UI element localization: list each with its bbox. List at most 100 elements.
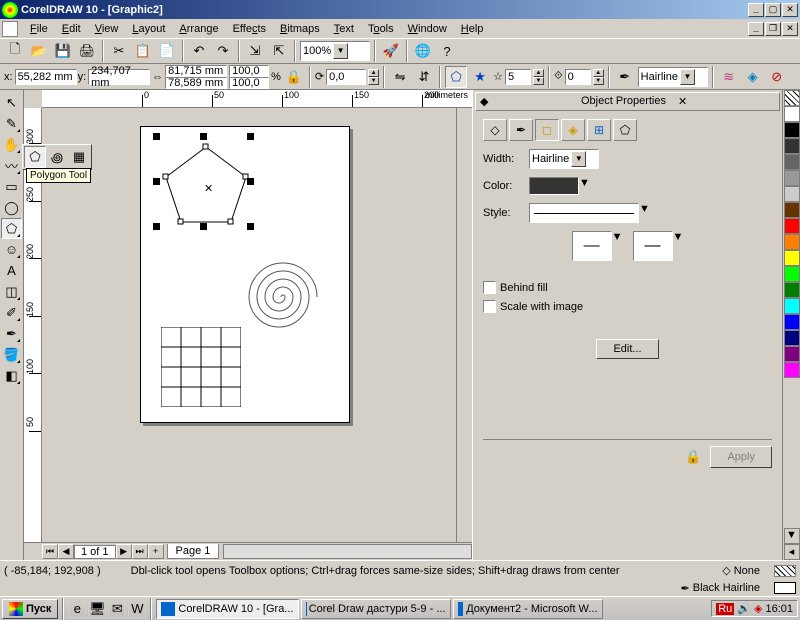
ql-desktop-icon[interactable]: 🖥 (88, 600, 106, 618)
end-arrow-combo[interactable] (633, 231, 673, 261)
start-arrow-combo[interactable] (572, 231, 612, 261)
color-swatch[interactable] (784, 362, 800, 378)
weld-spinner[interactable]: ▲▼ (593, 69, 604, 85)
outline-tool[interactable]: ✒ (1, 323, 22, 344)
flyout-spiral[interactable]: ꩜ (46, 146, 68, 168)
color-swatch[interactable] (784, 186, 800, 202)
edit-button[interactable]: Edit... (596, 339, 658, 359)
dropdown-icon[interactable]: ▼ (333, 43, 348, 59)
sel-handle[interactable] (200, 133, 207, 140)
menu-help[interactable]: Help (455, 21, 490, 37)
mirror-v-button[interactable]: ⇵ (413, 66, 435, 88)
palette-menu[interactable]: ◂ (784, 544, 800, 560)
palette-scroll-down[interactable]: ▼ (784, 528, 800, 544)
sel-handle[interactable] (153, 223, 160, 230)
flyout-graph[interactable]: ▦ (68, 146, 90, 168)
print-button[interactable]: 🖨 (76, 40, 98, 62)
menu-text[interactable]: Text (328, 21, 360, 37)
color-swatch[interactable] (784, 170, 800, 186)
width-field[interactable]: 81,715 mm (165, 65, 227, 77)
sel-handle[interactable] (247, 223, 254, 230)
page-add[interactable]: + (148, 544, 164, 559)
freehand-tool[interactable]: 〰 (1, 155, 22, 176)
start-button[interactable]: Пуск (2, 599, 58, 619)
zoom-tool[interactable]: ✋ (1, 134, 22, 155)
ptab-fill[interactable]: ◇ (483, 119, 507, 141)
color-swatch[interactable] (784, 346, 800, 362)
page-last[interactable]: ⏭ (132, 544, 148, 559)
color-swatch[interactable] (784, 106, 800, 122)
tray-icon[interactable]: ◈ (754, 602, 762, 615)
new-button[interactable]: 🗋 (4, 40, 26, 62)
redo-button[interactable]: ↷ (212, 40, 234, 62)
outline-combo[interactable]: Hairline ▼ (638, 67, 708, 87)
menu-edit[interactable]: Edit (56, 21, 87, 37)
tray-icon[interactable]: 🔊 (737, 602, 751, 615)
menu-tools[interactable]: Tools (362, 21, 400, 37)
ellipse-tool[interactable]: ◯ (1, 197, 22, 218)
mdi-close-button[interactable]: ✕ (782, 22, 798, 36)
color-swatch[interactable] (784, 154, 800, 170)
weld-field[interactable]: 0 (565, 69, 591, 85)
panel-close-icon[interactable]: ✕ (678, 95, 775, 108)
sel-handle[interactable] (200, 223, 207, 230)
interactive-fill-tool[interactable]: ◧ (1, 365, 22, 386)
apply-button[interactable]: Apply (710, 446, 772, 468)
ruler-horizontal[interactable]: 050100150200250millimeters (42, 90, 472, 108)
color-swatch[interactable] (784, 234, 800, 250)
copy-button[interactable]: 📋 (132, 40, 154, 62)
undo-button[interactable]: ↶ (188, 40, 210, 62)
canvas[interactable]: ✕ (42, 108, 456, 542)
x-field[interactable]: 55,282 mm (15, 69, 77, 85)
close-button[interactable]: ✕ (782, 3, 798, 17)
help-icon[interactable]: ? (436, 40, 458, 62)
no-color-swatch[interactable] (784, 90, 800, 106)
lang-indicator[interactable]: Ru (716, 603, 734, 615)
pick-tool[interactable]: ↖ (1, 92, 22, 113)
color-swatch[interactable] (784, 266, 800, 282)
points-spinner[interactable]: ▲▼ (533, 69, 544, 85)
ptab-web[interactable]: ⊞ (587, 119, 611, 141)
menu-file[interactable]: File (24, 21, 54, 37)
menu-view[interactable]: View (89, 21, 125, 37)
panel-title-bar[interactable]: ◆ Object Properties ✕ (475, 92, 780, 111)
break-button[interactable]: ⊘ (766, 66, 788, 88)
sel-handle[interactable] (153, 178, 160, 185)
scalex-field[interactable]: 100,0 (229, 65, 269, 77)
menu-arrange[interactable]: Arrange (173, 21, 224, 37)
page-tab[interactable]: Page 1 (167, 544, 220, 559)
task-button[interactable]: Corel Draw дастури 5-9 - ... (301, 599, 451, 619)
interactive-tool[interactable]: ◫ (1, 281, 22, 302)
lock-button[interactable]: 🔒 (682, 446, 704, 468)
y-field[interactable]: 234,707 mm (88, 69, 150, 85)
shape-tool[interactable]: ✎ (1, 113, 22, 134)
color-swatch[interactable] (784, 330, 800, 346)
ql-word-icon[interactable]: W (128, 600, 146, 618)
rectangle-tool[interactable]: ▭ (1, 176, 22, 197)
export-button[interactable]: ⇱ (268, 40, 290, 62)
ptab-outline[interactable]: ◻ (535, 119, 559, 141)
ptab-polygon[interactable]: ⬠ (613, 119, 637, 141)
import-button[interactable]: ⇲ (244, 40, 266, 62)
height-field[interactable]: 78,589 mm (165, 77, 227, 89)
zoom-combo[interactable]: 100% ▼ (300, 41, 370, 61)
mirror-h-button[interactable]: ⇋ (389, 66, 411, 88)
color-swatch[interactable] (784, 138, 800, 154)
menu-bitmaps[interactable]: Bitmaps (274, 21, 326, 37)
color-swatch[interactable] (784, 314, 800, 330)
color-swatch[interactable] (784, 202, 800, 218)
polygon-mode-button[interactable]: ⬠ (445, 66, 467, 88)
color-swatch[interactable] (784, 298, 800, 314)
cut-button[interactable]: ✂ (108, 40, 130, 62)
web-button[interactable]: 🌐 (412, 40, 434, 62)
polygon-tool[interactable]: ⬠ (1, 218, 22, 239)
menu-window[interactable]: Window (402, 21, 453, 37)
task-button[interactable]: CorelDRAW 10 - [Gra... (156, 599, 298, 619)
lock-ratio-icon[interactable]: 🔒 (283, 66, 305, 88)
page-first[interactable]: ⏮ (42, 544, 58, 559)
ql-ie-icon[interactable]: e (68, 600, 86, 618)
sel-handle[interactable] (153, 133, 160, 140)
ptab-transform[interactable]: ◈ (561, 119, 585, 141)
page-next[interactable]: ▶ (116, 544, 132, 559)
points-field[interactable]: 5 (505, 69, 531, 85)
